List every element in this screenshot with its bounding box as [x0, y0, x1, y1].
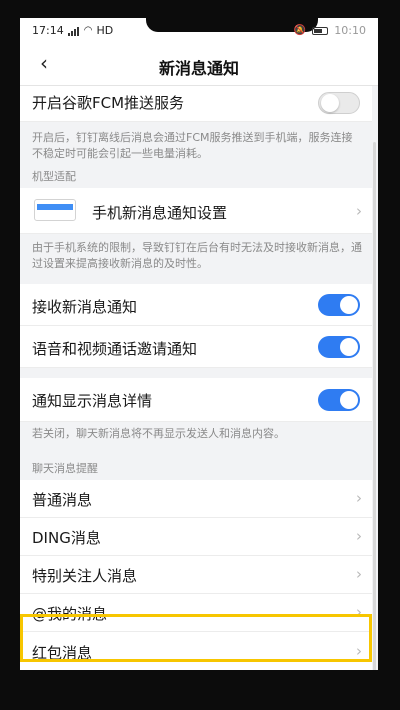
chevron-right-icon: ›	[356, 489, 362, 507]
page-title: 新消息通知	[158, 59, 239, 78]
signal-icon	[67, 26, 80, 36]
nav-bar: ‹ 新消息通知	[20, 44, 378, 86]
device-note: 由于手机系统的限制，导致钉钉在后台有时无法及时接收新消息，通过设置来提高接收新消…	[32, 241, 362, 270]
battery-icon	[312, 26, 329, 35]
screen: 17:14 ◠ HD 🔕 10:10 ‹ 新消息通知 开启谷歌FCM推送服务 开…	[20, 18, 378, 710]
status-bar: 17:14 ◠ HD 🔕 10:10	[20, 18, 378, 44]
settings-content: 开启谷歌FCM推送服务 开启后，钉钉离线后消息会通过FCM服务推送到手机端，服务…	[20, 86, 378, 710]
wifi-icon: ◠	[83, 25, 93, 36]
voice-video-label: 语音和视频通话邀请通知	[32, 340, 198, 358]
chat-item-label: @我的消息	[32, 605, 108, 623]
fcm-row: 开启谷歌FCM推送服务	[20, 86, 372, 122]
receive-notification-toggle[interactable]	[318, 294, 360, 316]
status-left: 17:14 ◠ HD	[32, 24, 113, 37]
chat-item-label: 红包消息	[32, 644, 93, 662]
chat-item-ding[interactable]: DING消息 ›	[20, 518, 372, 556]
show-detail-row: 通知显示消息详情	[20, 378, 372, 422]
status-right-time: 10:10	[334, 24, 366, 37]
phone-settings-icon	[34, 199, 76, 221]
chat-item-label: 普通消息	[32, 491, 93, 509]
scrollbar[interactable]	[373, 142, 376, 702]
chat-item-label: 特别关注人消息	[32, 567, 138, 585]
chat-item-special-attention[interactable]: 特别关注人消息 ›	[20, 556, 372, 594]
fcm-toggle[interactable]	[318, 92, 360, 114]
chevron-right-icon: ›	[356, 202, 362, 220]
chevron-right-icon: ›	[356, 642, 362, 660]
network-type: HD	[96, 24, 114, 37]
detail-note: 若关闭，聊天新消息将不再显示发送人和消息内容。	[32, 427, 285, 440]
chat-item-label: DING消息	[32, 529, 101, 547]
status-right: 🔕 10:10	[294, 24, 366, 37]
device-setting-label: 手机新消息通知设置	[92, 204, 228, 222]
device-section-title: 机型适配	[32, 170, 76, 183]
chevron-right-icon: ›	[356, 527, 362, 545]
chat-item-mentions[interactable]: @我的消息 ›	[20, 594, 372, 632]
status-time: 17:14	[32, 24, 64, 37]
voice-video-toggle[interactable]	[318, 336, 360, 358]
phone-frame: 17:14 ◠ HD 🔕 10:10 ‹ 新消息通知 开启谷歌FCM推送服务 开…	[0, 0, 400, 710]
bottom-bezel	[20, 670, 378, 710]
chevron-right-icon: ›	[356, 603, 362, 621]
receive-notification-row: 接收新消息通知	[20, 284, 372, 326]
chat-item-normal[interactable]: 普通消息 ›	[20, 480, 372, 518]
device-notification-setting-row[interactable]: 手机新消息通知设置 ›	[20, 188, 372, 234]
voice-video-row: 语音和视频通话邀请通知	[20, 326, 372, 368]
fcm-label: 开启谷歌FCM推送服务	[32, 94, 185, 112]
mute-icon: 🔕	[293, 25, 307, 36]
camera-notch	[146, 18, 318, 32]
show-detail-toggle[interactable]	[318, 389, 360, 411]
chat-item-red-packet[interactable]: 红包消息 ›	[20, 632, 372, 672]
fcm-note: 开启后，钉钉离线后消息会通过FCM服务推送到手机端，服务连接不稳定时可能会引起一…	[32, 131, 353, 160]
receive-notification-label: 接收新消息通知	[32, 298, 138, 316]
chevron-right-icon: ›	[356, 565, 362, 583]
show-detail-label: 通知显示消息详情	[32, 392, 153, 410]
chat-section-title: 聊天消息提醒	[32, 462, 98, 475]
